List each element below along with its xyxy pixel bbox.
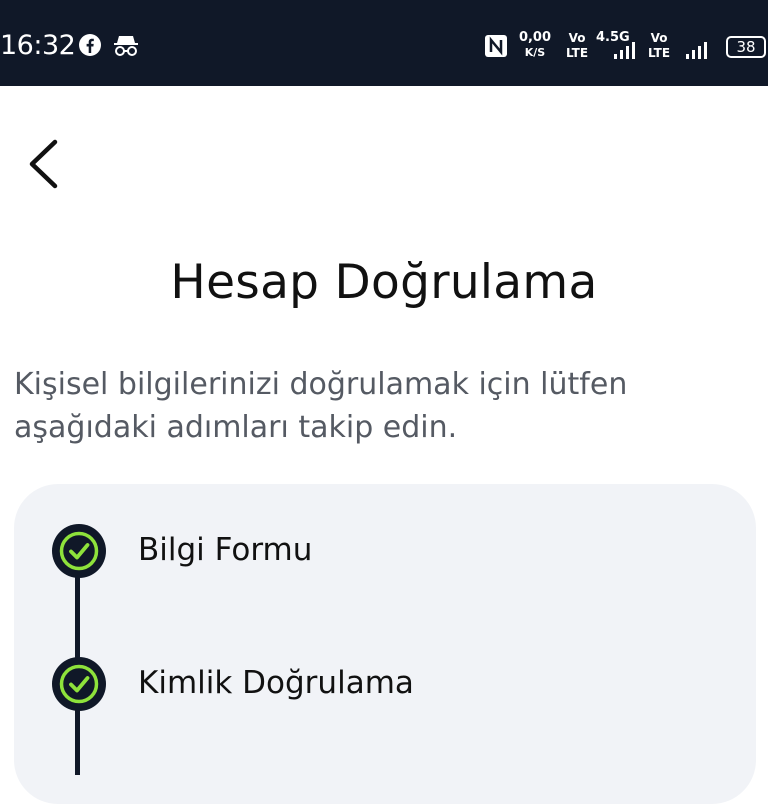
status-time: 16:32: [0, 30, 76, 61]
net-speed-value: 0,00: [518, 30, 552, 45]
back-button[interactable]: [26, 138, 60, 190]
volte-label-2: Vo: [650, 31, 668, 45]
page-description: Kişisel bilgilerinizi doğrulamak için lü…: [14, 367, 628, 445]
battery-indicator: 38: [726, 36, 766, 58]
page-title: Hesap Doğrulama: [170, 255, 598, 310]
step-label-bilgi-formu[interactable]: Bilgi Formu: [138, 532, 312, 568]
volte-label-1: Vo: [568, 31, 586, 45]
chevron-left-icon: [29, 139, 58, 189]
lte-label-2: LTE: [647, 46, 671, 60]
status-bar: 16:32 0,00 K/S Vo LTE 4.5G Vo LTE 38: [0, 0, 768, 86]
nfc-icon: [484, 34, 508, 63]
net-speed-unit: K/S: [524, 46, 546, 59]
signal-icon-1: [610, 42, 638, 65]
facebook-icon: [78, 33, 102, 62]
steps-card: [14, 484, 756, 804]
signal-icon-2: [682, 42, 710, 65]
status-indicators: 0,00 K/S Vo LTE 4.5G Vo LTE: [468, 30, 768, 64]
step-completed-check-icon: [51, 523, 107, 579]
step-completed-check-icon: [51, 656, 107, 712]
battery-level: 38: [736, 38, 756, 56]
incognito-icon: [113, 33, 139, 62]
step-label-kimlik-dogrulama[interactable]: Kimlik Doğrulama: [138, 665, 414, 701]
lte-label-1: LTE: [565, 46, 589, 60]
